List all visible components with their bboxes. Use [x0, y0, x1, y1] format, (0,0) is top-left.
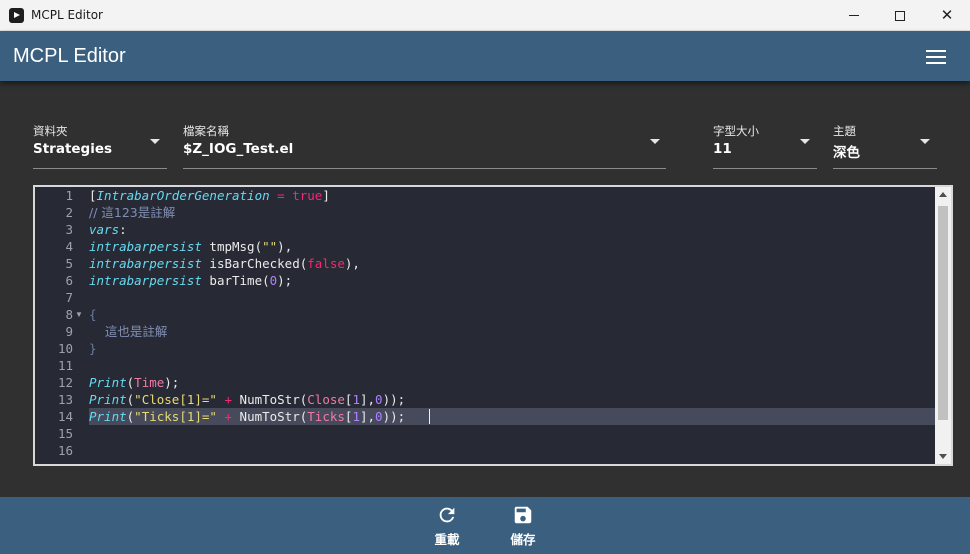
refresh-icon — [439, 507, 455, 523]
app-title: MCPL Editor — [13, 45, 126, 67]
text-cursor — [429, 409, 430, 424]
theme-value: 深色 — [833, 145, 860, 161]
window-title: MCPL Editor — [31, 8, 103, 22]
filename-value: $Z_IOG_Test.el — [183, 141, 294, 157]
folder-value: Strategies — [33, 141, 113, 157]
line-number: 7 — [65, 290, 73, 305]
reload-button[interactable]: 重載 — [417, 497, 477, 554]
line-number: 8 — [65, 307, 73, 322]
code-line: intrabarpersist tmpMsg(""), — [89, 239, 293, 254]
reload-label: 重載 — [434, 532, 460, 547]
font-size-select[interactable]: 字型大小 11 — [713, 118, 817, 169]
save-button[interactable]: 儲存 — [493, 497, 553, 554]
chevron-down-icon — [150, 139, 160, 144]
folder-label: 資料夾 — [33, 124, 68, 138]
line-number: 6 — [65, 273, 73, 288]
code-line: vars: — [89, 222, 127, 237]
font-size-value: 11 — [713, 141, 732, 157]
line-number: 12 — [57, 375, 73, 390]
save-label: 儲存 — [510, 532, 536, 547]
line-number: 5 — [65, 256, 73, 271]
code-line: intrabarpersist barTime(0); — [89, 273, 293, 288]
code-brace: } — [89, 341, 97, 356]
code-comment: // 這123是註解 — [89, 205, 176, 220]
app-bar: MCPL Editor — [0, 31, 970, 81]
filename-label: 檔案名稱 — [183, 124, 229, 138]
font-size-label: 字型大小 — [713, 124, 759, 138]
chevron-down-icon — [800, 139, 810, 144]
code-comment: 這也是註解 — [89, 324, 168, 339]
bottom-action-bar: 重載 儲存 — [0, 497, 970, 554]
code-line: Print("Close[1]=" + NumToStr(Close[1],0)… — [89, 392, 406, 407]
line-number: 15 — [57, 426, 73, 441]
maximize-button[interactable] — [877, 0, 923, 31]
close-icon: ✕ — [940, 6, 954, 24]
code-brace: { — [89, 307, 97, 322]
app-logo-icon — [9, 8, 24, 23]
line-number: 9 — [65, 324, 73, 339]
code-editor[interactable]: 1 2 3 4 5 6 7 8 ▼ 9 10 11 12 13 14 15 16… — [33, 185, 953, 466]
code-line: Print(Time); — [89, 375, 180, 390]
theme-label: 主題 — [833, 124, 856, 138]
line-number: 16 — [57, 443, 73, 458]
line-number-gutter: 1 2 3 4 5 6 7 8 ▼ 9 10 11 12 13 14 15 16 — [35, 187, 89, 464]
line-number: 10 — [57, 341, 73, 356]
line-number: 14 — [57, 409, 73, 424]
line-number: 2 — [65, 205, 73, 220]
line-number: 4 — [65, 239, 73, 254]
line-number: 1 — [65, 188, 73, 203]
chevron-down-icon — [920, 139, 930, 144]
code-line: intrabarpersist isBarChecked(false), — [89, 256, 360, 271]
line-number: 13 — [57, 392, 73, 407]
filename-select[interactable]: 檔案名稱 $Z_IOG_Test.el — [183, 118, 666, 169]
folder-select[interactable]: 資料夾 Strategies — [33, 118, 167, 169]
theme-select[interactable]: 主題 深色 — [833, 118, 937, 169]
line-number: 3 — [65, 222, 73, 237]
minimize-icon — [849, 15, 859, 16]
editor-scrollbar[interactable] — [935, 187, 951, 464]
scrollbar-thumb[interactable] — [938, 206, 948, 420]
code-line: [IntrabarOrderGeneration = true] — [89, 188, 330, 203]
chevron-down-icon — [650, 139, 660, 144]
fold-toggle-icon[interactable]: ▼ — [75, 306, 83, 323]
hamburger-menu-icon[interactable] — [926, 50, 946, 64]
save-icon — [514, 506, 532, 524]
maximize-icon — [895, 10, 905, 21]
minimize-button[interactable] — [831, 0, 877, 31]
scroll-up-icon[interactable] — [939, 192, 947, 197]
scroll-down-icon[interactable] — [939, 454, 947, 459]
code-line-active: Print("Ticks[1]=" + NumToStr(Ticks[1],0)… — [89, 409, 406, 424]
line-number: 11 — [57, 358, 73, 373]
window-titlebar: MCPL Editor ✕ — [0, 0, 970, 31]
close-button[interactable]: ✕ — [924, 0, 970, 31]
